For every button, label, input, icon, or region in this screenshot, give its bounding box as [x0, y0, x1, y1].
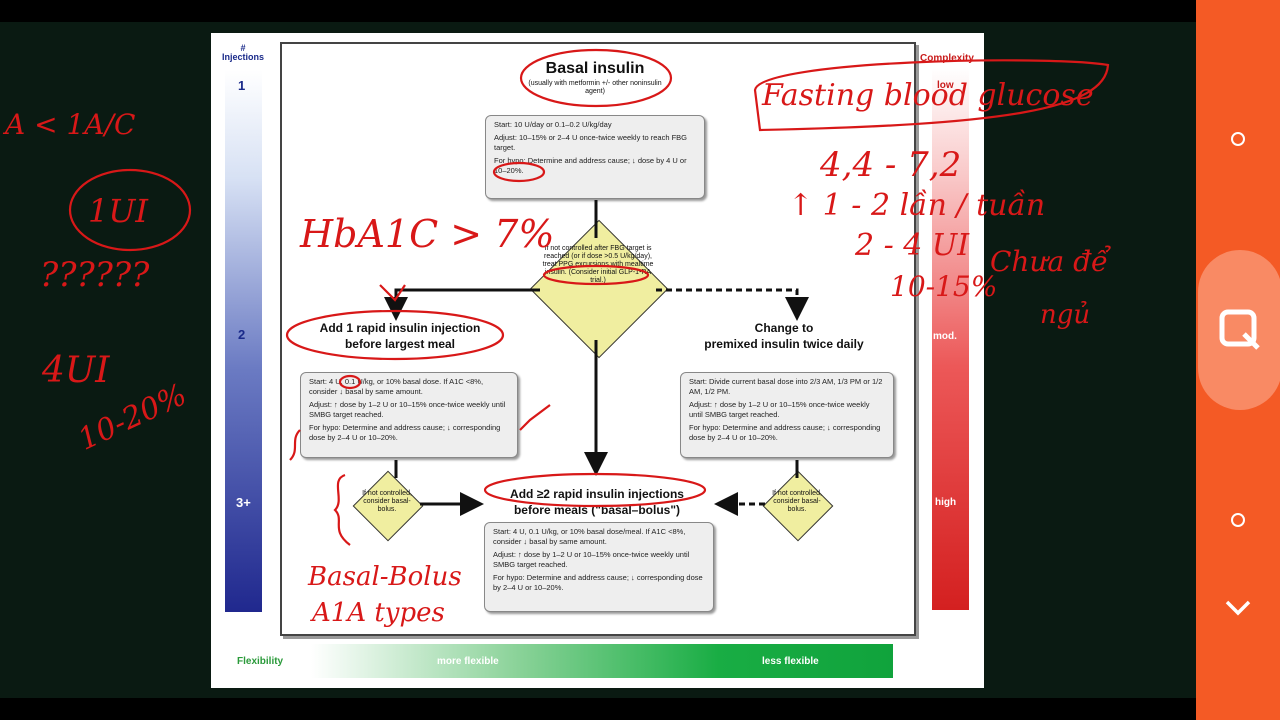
injections-tick-2: 2	[238, 327, 246, 342]
basal-adjust: Adjust: 10–15% or 2–4 U once-twice weekl…	[494, 133, 688, 152]
hw-question-marks: ??????	[40, 255, 150, 295]
flexibility-label: Flexibility	[237, 656, 284, 667]
rapid2-title: Add ≥2 rapid insulin injections before m…	[482, 486, 712, 518]
rapid1-title: Add 1 rapid insulin injection before lar…	[290, 320, 510, 352]
basal-insulin-box: Start: 10 U/day or 0.1–0.2 U/kg/day Adju…	[485, 115, 705, 199]
rapid1-start: Start: 4 U, 0.1 U/kg, or 10% basal dose.…	[309, 377, 484, 396]
center-decision-text: If not controlled after FBG target is re…	[542, 245, 654, 284]
hw-fasting-range: 4,4 - 7,2	[820, 145, 962, 185]
hw-2-4ui: 2 - 4 UI	[855, 228, 970, 263]
left-decision-text: If not controlled, consider basal-bolus.	[362, 490, 412, 513]
hw-basal-bolus: Basal-Bolus	[308, 562, 462, 592]
rapid1-box: Start: 4 U, 0.1 U/kg, or 10% basal dose.…	[300, 372, 518, 458]
more-flexible-label: more flexible	[437, 656, 499, 667]
hw-10-15: 10-15%	[890, 270, 998, 303]
hw-chua-de: Chưa để	[990, 245, 1109, 278]
hw-types: A1A types	[312, 598, 445, 628]
rapid2-box: Start: 4 U, 0.1 U/kg, or 10% basal dose/…	[484, 522, 714, 612]
complexity-tick-mod: mod.	[933, 331, 957, 342]
rapid2-hypo: For hypo: Determine and address cause; ↓…	[493, 573, 703, 592]
circle-icon	[1231, 132, 1245, 146]
chevron-down-icon	[1225, 600, 1251, 616]
bottom-bar	[0, 698, 1196, 720]
rapid2-title-line1: Add ≥2 rapid insulin injections	[510, 487, 684, 501]
hw-4ui: 4UI	[42, 350, 110, 391]
rapid2-adjust: Adjust: ↑ dose by 1–2 U or 10–15% once-t…	[493, 550, 690, 569]
basal-insulin-title: Basal insulin	[545, 60, 645, 77]
premixed-title: Change to premixed insulin twice daily	[680, 320, 888, 352]
premixed-title-line2: premixed insulin twice daily	[704, 337, 864, 351]
premixed-title-line1: Change to	[754, 321, 814, 335]
hw-ngu: ngủ	[1040, 300, 1091, 330]
sidebar-circle-button-bottom[interactable]	[1196, 500, 1280, 540]
premixed-box: Start: Divide current basal dose into 2/…	[680, 372, 894, 458]
sidebar-circle-button-top[interactable]	[1196, 119, 1280, 159]
rapid1-title-line1: Add 1 rapid insulin injection	[319, 321, 481, 335]
basal-hypo: For hypo: Determine and address cause; ↓…	[494, 156, 687, 175]
right-decision-text: If not controlled, consider basal-bolus.	[772, 490, 822, 513]
hw-hba1c: HbA1C > 7%	[300, 212, 555, 256]
injections-label: # Injections	[221, 44, 265, 62]
sidebar-collapse-button[interactable]	[1196, 588, 1280, 628]
zoom-icon	[1219, 309, 1260, 350]
circle-icon	[1231, 513, 1245, 527]
premixed-adjust: Adjust: ↑ dose by 1–2 U or 10–15% once-t…	[689, 400, 870, 419]
rapid1-title-line2: before largest meal	[344, 337, 456, 351]
basal-start: Start: 10 U/day or 0.1–0.2 U/kg/day	[494, 120, 612, 129]
hw-1ui: 1UI	[88, 192, 148, 230]
hw-top-left: A < 1A/C	[5, 108, 136, 141]
premixed-hypo: For hypo: Determine and address cause; ↓…	[689, 423, 881, 442]
hw-fasting-glucose: Fasting blood glucose	[762, 78, 1094, 113]
injections-tick-1: 1	[238, 78, 246, 93]
hw-per-week: ↑ 1 - 2 lần / tuần	[788, 188, 1046, 223]
rapid1-hypo: For hypo: Determine and address cause; ↓…	[309, 423, 501, 442]
injections-tick-3plus: 3+	[236, 495, 251, 510]
top-bar	[0, 0, 1196, 22]
rapid2-title-line2: before meals ("basal–bolus")	[513, 503, 681, 517]
premixed-start: Start: Divide current basal dose into 2/…	[689, 377, 883, 396]
rapid2-start: Start: 4 U, 0.1 U/kg, or 10% basal dose/…	[493, 527, 686, 546]
basal-insulin-subtitle: (usually with metformin +/- other nonins…	[528, 80, 662, 95]
less-flexible-label: less flexible	[762, 656, 819, 667]
complexity-tick-high: high	[935, 497, 957, 508]
injections-label-text: Injections	[221, 52, 264, 62]
complexity-label: Complexity	[920, 53, 974, 64]
rapid1-adjust: Adjust: ↑ dose by 1–2 U or 10–15% once-t…	[309, 400, 506, 419]
zoom-button[interactable]	[1198, 250, 1280, 410]
